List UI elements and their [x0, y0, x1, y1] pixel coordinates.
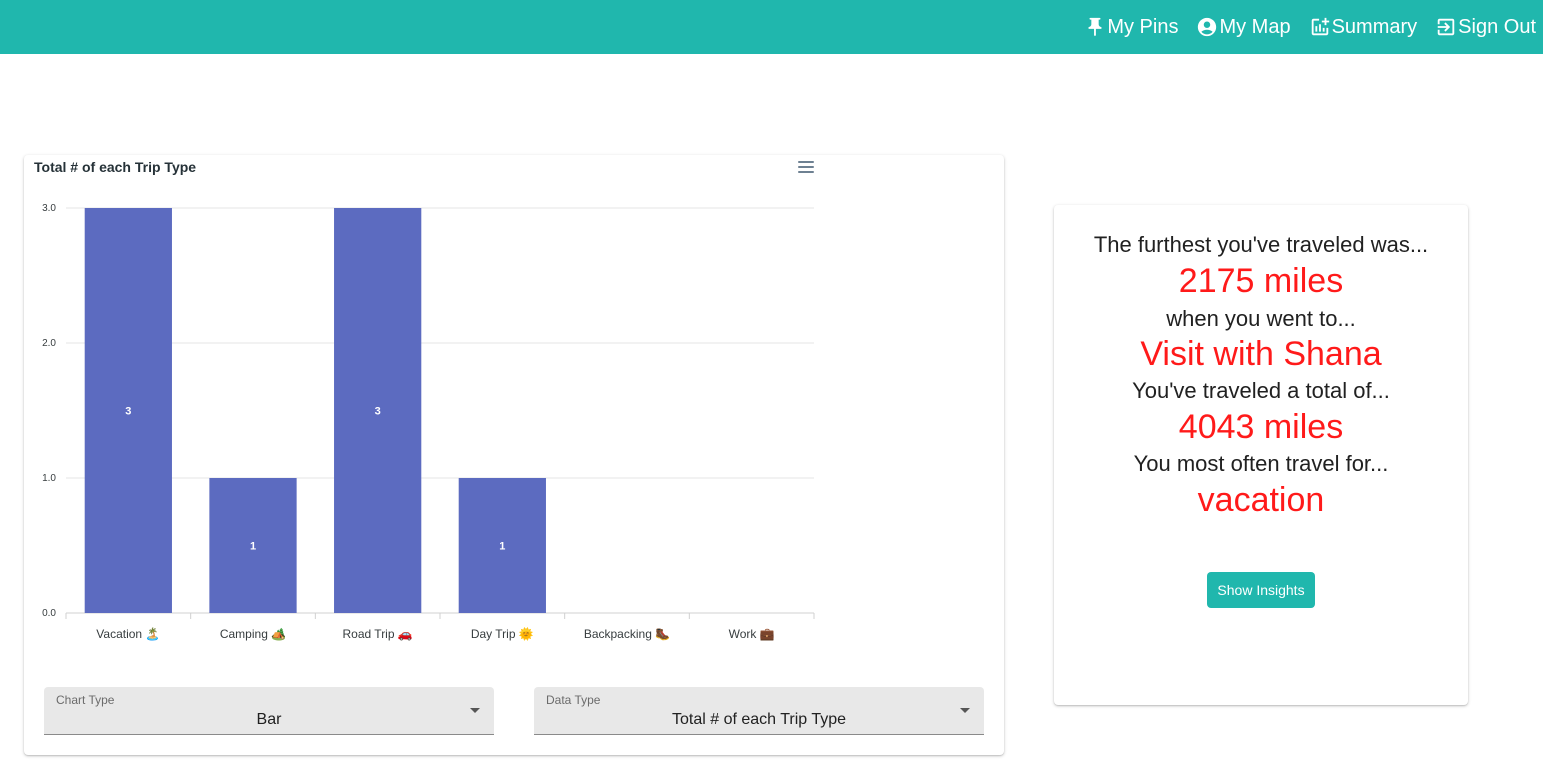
chart-card: 0.0 1.0 2.0 3.0 3 Vacation 🏝️ 1 Camping 🏕️ 3 Road… — [24, 155, 1004, 755]
nav-my-pins-label: My Pins — [1107, 15, 1179, 38]
account-circle-icon — [1198, 17, 1217, 37]
x-tick-label: Work 💼 — [729, 627, 775, 641]
bar-data-label: 3 — [375, 406, 381, 418]
x-tick-label: Day Trip 🌞 — [471, 626, 534, 641]
bar-data-label: 1 — [499, 541, 505, 553]
chart-type-value: Bar — [256, 711, 282, 728]
nav-menu: My Pins My Map Summary Sign Out — [1084, 0, 1536, 54]
sign-out-icon — [1437, 18, 1455, 36]
nav-my-map[interactable]: My Map — [1196, 15, 1291, 39]
furthest-trip-name: Visit with Shana — [1140, 335, 1382, 373]
insights-card: The furthest you've traveled was... 2175… — [1054, 205, 1468, 705]
chart-title: Total # of each Trip Type — [34, 159, 197, 175]
x-tick-label: Road Trip 🚗 — [343, 627, 413, 641]
y-tick-label: 0.0 — [42, 608, 56, 619]
y-tick-label: 3.0 — [42, 203, 56, 214]
data-type-value: Total # of each Trip Type — [671, 711, 847, 728]
pin-icon — [1088, 17, 1102, 37]
x-tick-label: Vacation 🏝️ — [96, 627, 160, 641]
nav-summary[interactable]: Summary — [1309, 15, 1418, 39]
data-type-label: Data Type — [546, 693, 601, 707]
chart-add-icon — [1311, 17, 1329, 36]
y-tick-label: 2.0 — [42, 338, 56, 349]
hamburger-menu-icon[interactable] — [798, 161, 814, 173]
chart-type-label: Chart Type — [56, 693, 115, 707]
show-insights-button[interactable]: Show Insights — [1207, 572, 1315, 608]
x-tick-label: Backpacking 🥾 — [584, 627, 670, 641]
furthest-trip-label: when you went to... — [1166, 306, 1356, 331]
nav-summary-label: Summary — [1331, 15, 1418, 38]
bar-data-label: 1 — [250, 541, 256, 553]
data-type-select[interactable]: Data Type Total # of each Trip Type — [534, 687, 984, 735]
nav-sign-out[interactable]: Sign Out — [1435, 16, 1536, 39]
most-often-label: You most often travel for... — [1133, 451, 1389, 476]
nav-my-map-label: My Map — [1219, 15, 1291, 38]
most-often-type: vacation — [1197, 481, 1325, 519]
chevron-down-icon — [960, 708, 970, 713]
top-app-bar: My Pins My Map Summary Sign Out — [0, 0, 1543, 54]
total-distance: 4043 miles — [1178, 408, 1344, 446]
trip-type-bar-chart: 0.0 1.0 2.0 3.0 3 Vacation 🏝️ 1 Camping 🏕️ 3 Road… — [42, 203, 815, 641]
furthest-distance: 2175 miles — [1178, 262, 1344, 300]
nav-my-pins[interactable]: My Pins — [1084, 16, 1178, 39]
furthest-label: The furthest you've traveled was... — [1093, 232, 1429, 257]
bar-data-label: 3 — [125, 406, 131, 418]
total-label: You've traveled a total of... — [1132, 378, 1390, 403]
x-tick-label: Camping 🏕️ — [220, 627, 286, 641]
chart-type-select[interactable]: Chart Type Bar — [44, 687, 494, 735]
nav-sign-out-label: Sign Out — [1458, 15, 1536, 38]
chevron-down-icon — [470, 708, 480, 713]
y-tick-label: 1.0 — [42, 473, 56, 484]
